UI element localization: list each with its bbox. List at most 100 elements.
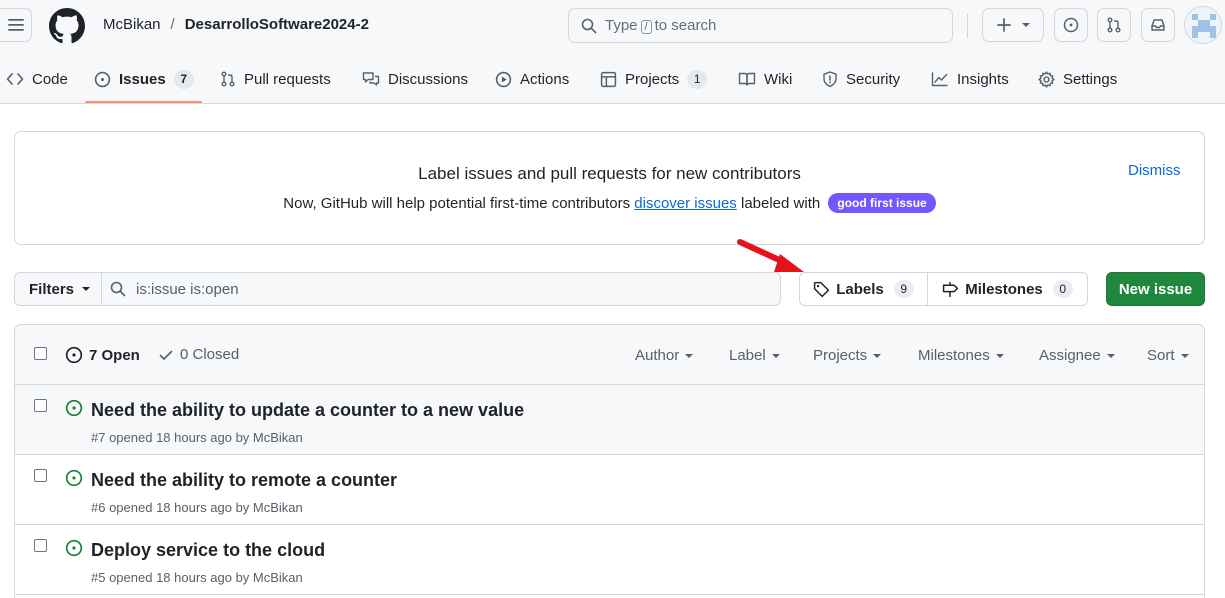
new-issue-button[interactable]: New issue — [1106, 272, 1205, 306]
tab-issues[interactable]: Issues 7 — [94, 66, 194, 92]
milestone-icon — [943, 281, 959, 297]
issue-checkbox[interactable] — [34, 539, 47, 552]
banner-description: Now, GitHub will help potential first-ti… — [15, 193, 1204, 213]
selected-tab-underline — [85, 101, 202, 103]
milestones-dropdown-label: Milestones — [918, 347, 990, 364]
issue-row[interactable]: Need the ability to update a counter to … — [15, 385, 1204, 455]
search-placeholder-prefix: Type — [605, 17, 638, 34]
tab-settings-label: Settings — [1063, 70, 1118, 88]
global-search-input[interactable]: Type / to search — [568, 8, 953, 43]
assignee-dropdown-label: Assignee — [1039, 347, 1101, 364]
chevron-down-icon — [771, 353, 780, 358]
shield-icon — [823, 70, 837, 87]
first-contributors-banner: Label issues and pull requests for new c… — [14, 131, 1205, 245]
inbox-icon — [1151, 19, 1165, 31]
tab-actions-label: Actions — [520, 70, 570, 88]
discover-issues-link[interactable]: discover issues — [634, 195, 737, 212]
tab-pull-requests[interactable]: Pull requests — [220, 66, 331, 92]
breadcrumb: McBikan / DesarrolloSoftware2024-2 — [103, 16, 369, 33]
search-placeholder-suffix: to search — [654, 17, 717, 34]
menu-icon — [7, 19, 24, 31]
identicon-avatar-icon — [1185, 7, 1221, 43]
open-issues-filter[interactable]: 7 Open — [65, 346, 140, 364]
milestones-button[interactable]: Milestones 0 — [927, 272, 1088, 306]
closed-count-label: 0 Closed — [180, 346, 240, 363]
graph-icon — [931, 72, 948, 87]
labels-button[interactable]: Labels 9 — [799, 272, 928, 306]
label-dropdown[interactable]: Label — [729, 347, 780, 364]
header-pull-requests-button[interactable] — [1097, 8, 1131, 42]
book-icon — [738, 72, 756, 86]
gear-icon — [1038, 70, 1055, 88]
chevron-down-icon — [82, 287, 91, 291]
sort-dropdown-label: Sort — [1147, 347, 1175, 364]
search-icon — [581, 18, 597, 33]
filters-label: Filters — [29, 280, 75, 298]
author-dropdown[interactable]: Author — [635, 347, 694, 364]
comment-discussion-icon — [362, 72, 380, 86]
breadcrumb-owner-link[interactable]: McBikan — [103, 16, 161, 33]
breadcrumb-repo-link[interactable]: DesarrolloSoftware2024-2 — [185, 16, 369, 33]
dismiss-button[interactable]: Dismiss — [1128, 162, 1181, 179]
issue-row[interactable]: Need the ability to remote a counter #6 … — [15, 455, 1204, 525]
issue-search-input[interactable]: is:issue is:open — [101, 272, 781, 306]
closed-issues-filter[interactable]: 0 Closed — [158, 346, 239, 363]
issue-checkbox[interactable] — [34, 469, 47, 482]
issue-opened-icon — [65, 346, 83, 364]
chevron-down-icon — [685, 353, 694, 358]
issue-opened-icon — [65, 469, 83, 487]
search-shortcut-key: / — [640, 20, 652, 34]
assignee-dropdown[interactable]: Assignee — [1039, 347, 1115, 364]
tab-security[interactable]: Security — [822, 66, 900, 92]
tab-code[interactable]: Code — [6, 66, 68, 92]
code-icon — [6, 73, 24, 85]
tab-discussions-label: Discussions — [388, 70, 469, 88]
label-dropdown-label: Label — [729, 347, 766, 364]
tab-security-label: Security — [846, 70, 901, 88]
chevron-down-icon — [995, 353, 1004, 358]
search-placeholder: Type / to search — [605, 17, 716, 34]
tab-actions[interactable]: Actions — [495, 66, 569, 92]
tab-wiki[interactable]: Wiki — [738, 66, 792, 92]
banner-text-before: Now, GitHub will help potential first-ti… — [283, 195, 631, 212]
breadcrumb-separator: / — [170, 16, 175, 33]
open-count-label: 7 Open — [89, 346, 140, 364]
tab-insights-label: Insights — [957, 70, 1009, 88]
issue-title-link[interactable]: Need the ability to remote a counter — [91, 470, 397, 491]
filters-dropdown[interactable]: Filters — [14, 272, 102, 306]
labels-button-label: Labels — [836, 280, 884, 298]
projects-dropdown[interactable]: Projects — [813, 347, 882, 364]
tab-discussions[interactable]: Discussions — [362, 66, 468, 92]
git-pull-request-icon — [221, 71, 235, 87]
git-pull-request-icon — [1107, 17, 1121, 33]
issue-opened-icon — [65, 399, 83, 417]
github-logo-icon[interactable] — [49, 8, 85, 44]
annotation-arrow-icon — [737, 239, 804, 272]
chevron-down-icon — [1106, 353, 1115, 358]
issue-row[interactable]: Deploy service to the cloud #5 opened 18… — [15, 525, 1204, 595]
search-icon — [110, 281, 126, 297]
tab-insights[interactable]: Insights — [931, 66, 1009, 92]
author-dropdown-label: Author — [635, 347, 680, 364]
select-all-checkbox[interactable] — [34, 347, 47, 360]
milestones-count: 0 — [1052, 280, 1073, 298]
create-new-button[interactable] — [982, 8, 1044, 42]
sort-dropdown[interactable]: Sort — [1147, 347, 1189, 364]
hamburger-menu-button[interactable] — [0, 8, 32, 42]
issue-title-link[interactable]: Deploy service to the cloud — [91, 540, 325, 561]
issue-title-link[interactable]: Need the ability to update a counter to … — [91, 400, 524, 421]
play-icon — [495, 71, 512, 87]
tab-wiki-label: Wiki — [764, 70, 793, 88]
header-issues-button[interactable] — [1054, 8, 1088, 42]
issues-list-header: 7 Open 0 Closed Author Label Projects Mi… — [15, 325, 1204, 385]
milestones-dropdown[interactable]: Milestones — [918, 347, 1004, 364]
milestones-button-label: Milestones — [965, 280, 1043, 298]
tab-issues-label: Issues — [119, 70, 166, 88]
tab-projects[interactable]: Projects 1 — [600, 66, 708, 92]
banner-text-after: labeled with — [740, 195, 821, 212]
issue-checkbox[interactable] — [34, 399, 47, 412]
tab-settings[interactable]: Settings — [1038, 66, 1117, 92]
user-avatar[interactable] — [1184, 6, 1222, 44]
issue-opened-icon — [65, 539, 83, 557]
inbox-button[interactable] — [1141, 8, 1175, 42]
